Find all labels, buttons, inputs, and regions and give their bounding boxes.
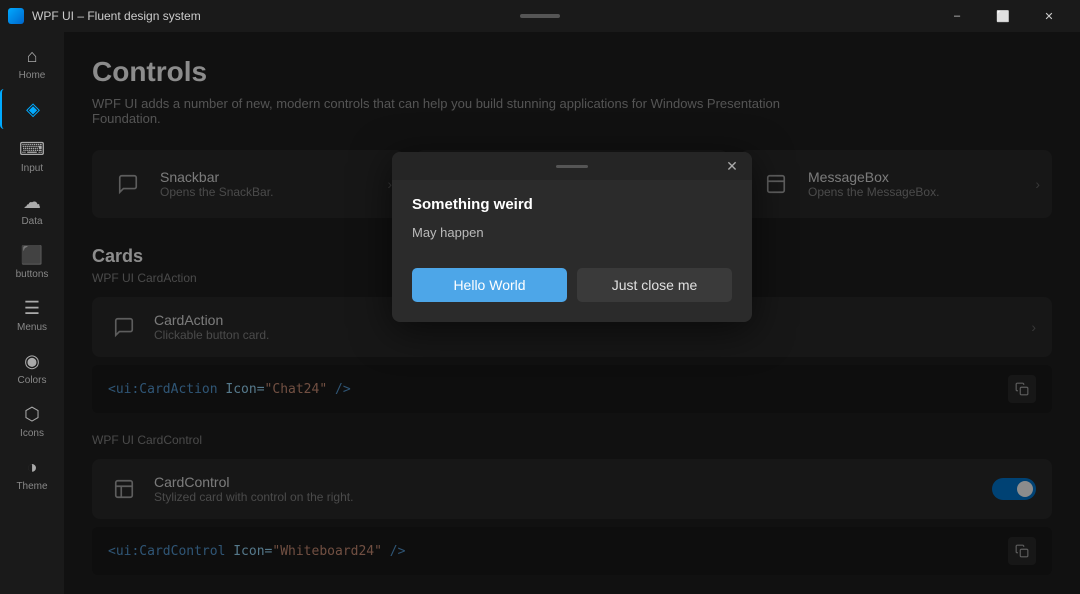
modal-grip-icon	[556, 165, 588, 168]
window-controls: – ⬜ ✕	[934, 0, 1072, 32]
fluent-icon: ◈	[21, 97, 45, 121]
sidebar-item-input[interactable]: ⌨ Input	[0, 129, 64, 182]
app-body: ⌂ Home ◈ ⌨ Input ☁ Data ⬛ buttons ☰ Menu…	[0, 32, 1080, 594]
modal-secondary-button[interactable]: Just close me	[577, 268, 732, 302]
sidebar-label-buttons: buttons	[16, 269, 49, 280]
app-title: WPF UI – Fluent design system	[32, 9, 201, 23]
icons-icon: ⬡	[20, 402, 44, 426]
input-icon: ⌨	[20, 137, 44, 161]
theme-icon: ◑	[20, 455, 44, 479]
close-button[interactable]: ✕	[1026, 0, 1072, 32]
dialog-modal: ✕ Something weird May happen Hello World…	[392, 152, 752, 322]
menus-icon: ☰	[20, 296, 44, 320]
modal-body: May happen	[392, 221, 752, 260]
sidebar-item-menus[interactable]: ☰ Menus	[0, 288, 64, 341]
sidebar-item-data[interactable]: ☁ Data	[0, 182, 64, 235]
minimize-button[interactable]: –	[934, 0, 980, 32]
sidebar-label-colors: Colors	[18, 375, 47, 386]
sidebar-label-data: Data	[21, 216, 42, 227]
sidebar-label-home: Home	[19, 70, 46, 81]
titlebar-left: WPF UI – Fluent design system	[8, 8, 201, 24]
sidebar-item-home[interactable]: ⌂ Home	[0, 36, 64, 89]
sidebar: ⌂ Home ◈ ⌨ Input ☁ Data ⬛ buttons ☰ Menu…	[0, 32, 64, 594]
sidebar-label-theme: Theme	[16, 481, 47, 492]
modal-title: Something weird	[392, 180, 752, 221]
modal-close-button[interactable]: ✕	[720, 154, 744, 178]
home-icon: ⌂	[20, 44, 44, 68]
modal-overlay: ✕ Something weird May happen Hello World…	[64, 32, 1080, 594]
modal-titlebar: ✕	[392, 152, 752, 180]
buttons-icon: ⬛	[20, 243, 44, 267]
sidebar-item-buttons[interactable]: ⬛ buttons	[0, 235, 64, 288]
modal-footer: Hello World Just close me	[392, 260, 752, 322]
main-content: Controls WPF UI adds a number of new, mo…	[64, 32, 1080, 594]
sidebar-label-input: Input	[21, 163, 43, 174]
sidebar-label-menus: Menus	[17, 322, 47, 333]
sidebar-item-icons[interactable]: ⬡ Icons	[0, 394, 64, 447]
app-logo-icon	[8, 8, 24, 24]
maximize-button[interactable]: ⬜	[980, 0, 1026, 32]
sidebar-item-fluent[interactable]: ◈	[0, 89, 64, 129]
sidebar-label-icons: Icons	[20, 428, 44, 439]
titlebar-center	[520, 14, 560, 18]
sidebar-item-theme[interactable]: ◑ Theme	[0, 447, 64, 500]
modal-primary-button[interactable]: Hello World	[412, 268, 567, 302]
titlebar-grip-icon	[520, 14, 560, 18]
sidebar-item-colors[interactable]: ◉ Colors	[0, 341, 64, 394]
data-icon: ☁	[20, 190, 44, 214]
titlebar: WPF UI – Fluent design system – ⬜ ✕	[0, 0, 1080, 32]
colors-icon: ◉	[20, 349, 44, 373]
